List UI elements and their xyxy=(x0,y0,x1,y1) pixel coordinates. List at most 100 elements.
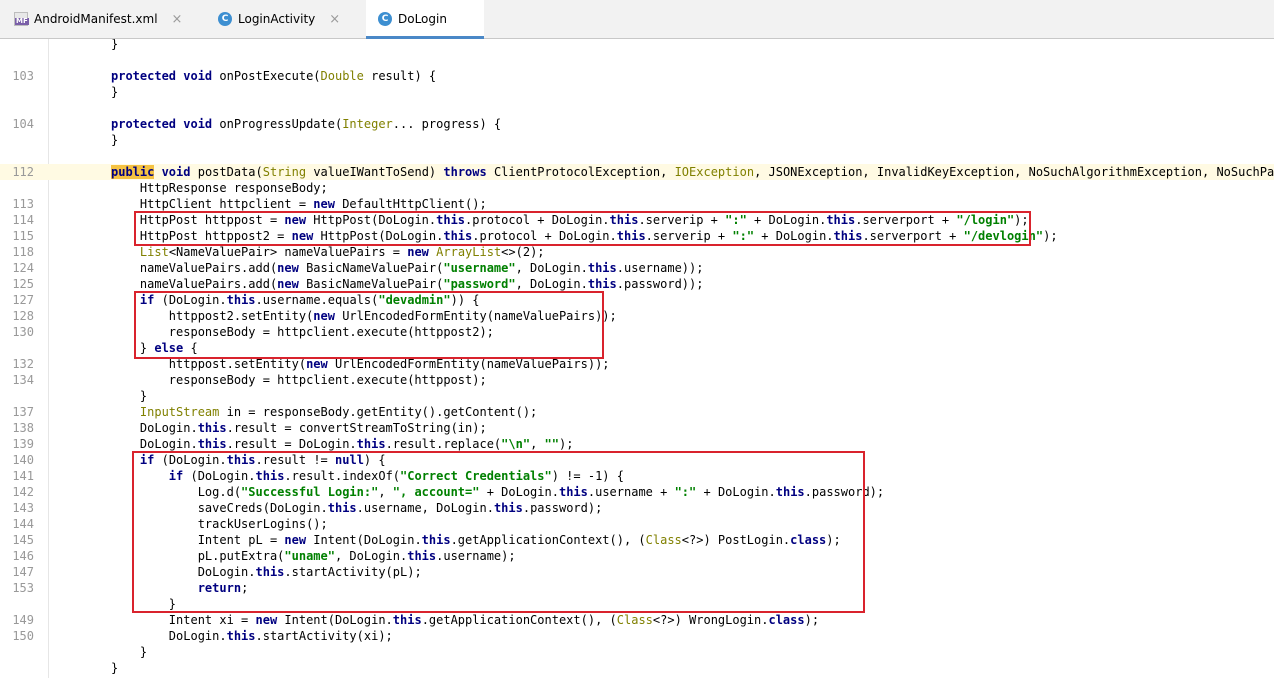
code-text: } xyxy=(111,388,147,404)
code-token: Integer xyxy=(342,117,393,131)
code-token: new xyxy=(255,613,285,627)
code-text: responseBody = httpclient.execute(httppo… xyxy=(111,372,487,388)
code-token: ); xyxy=(558,437,574,451)
tab-label: LoginActivity xyxy=(238,12,316,26)
code-token: onProgressUpdate( xyxy=(219,117,343,131)
line-number: 134 xyxy=(12,373,34,387)
code-token: valueIWantToSend) xyxy=(313,165,444,179)
code-line[interactable]: } xyxy=(0,660,1274,676)
code-token: void xyxy=(154,165,198,179)
code-token: new xyxy=(277,261,307,275)
code-text: Intent xi = new Intent(DoLogin.this.getA… xyxy=(111,612,819,628)
line-number: 138 xyxy=(12,421,34,435)
code-token: protected void xyxy=(111,117,220,131)
code-token: String xyxy=(262,165,314,179)
line-number: 149 xyxy=(12,613,34,627)
code-line[interactable]: 149 Intent xi = new Intent(DoLogin.this.… xyxy=(0,612,1274,628)
code-token: InputStream xyxy=(139,405,227,419)
code-token: DefaultHttpClient(); xyxy=(342,197,487,211)
code-line[interactable]: 137 InputStream in = responseBody.getEnt… xyxy=(0,404,1274,420)
code-token: this xyxy=(197,437,227,451)
code-line[interactable]: } xyxy=(0,132,1274,148)
line-number: 103 xyxy=(12,69,34,83)
code-line[interactable]: 124 nameValuePairs.add(new BasicNameValu… xyxy=(0,260,1274,276)
code-token: responseBody = httpclient.execute(httppo… xyxy=(111,373,487,387)
code-token: } xyxy=(111,661,119,675)
code-token: } xyxy=(111,133,119,147)
code-token: this xyxy=(587,261,617,275)
line-number: 140 xyxy=(12,453,34,467)
code-token: new xyxy=(313,197,343,211)
code-token: this xyxy=(356,437,386,451)
code-line[interactable]: 118 List<NameValuePair> nameValuePairs =… xyxy=(0,244,1274,260)
code-token: DoLogin. xyxy=(111,437,198,451)
java-class-icon: C xyxy=(218,12,232,26)
code-line[interactable]: HttpResponse responseBody; xyxy=(0,180,1274,196)
code-line[interactable]: 150 DoLogin.this.startActivity(xi); xyxy=(0,628,1274,644)
code-line[interactable]: 134 responseBody = httpclient.execute(ht… xyxy=(0,372,1274,388)
code-token: Class xyxy=(616,613,653,627)
line-number: 144 xyxy=(12,517,34,531)
line-number: 127 xyxy=(12,293,34,307)
code-token: "password" xyxy=(443,277,516,291)
code-token: .result.replace( xyxy=(385,437,502,451)
code-token: this xyxy=(197,421,227,435)
code-token: .result = convertStreamToString(in); xyxy=(226,421,487,435)
code-text: } xyxy=(111,84,118,100)
code-line[interactable]: 103 protected void onPostExecute(Double r… xyxy=(0,68,1274,84)
tab-dologin[interactable]: C DoLogin xyxy=(366,0,484,39)
code-token: "\n" xyxy=(501,437,531,451)
code-token: httppost.setEntity( xyxy=(111,357,307,371)
code-token: HttpClient httpclient = xyxy=(111,197,314,211)
code-text: } xyxy=(111,39,118,52)
close-icon[interactable]: × xyxy=(172,12,183,27)
tab-android-manifest[interactable]: MF AndroidManifest.xml × xyxy=(14,0,204,38)
code-token: result) { xyxy=(371,69,437,83)
line-number: 128 xyxy=(12,309,34,323)
code-line[interactable]: 104 protected void onProgressUpdate(Integ… xyxy=(0,116,1274,132)
code-token: <NameValuePair> nameValuePairs = xyxy=(168,245,408,259)
code-token: BasicNameValuePair( xyxy=(306,277,444,291)
line-number: 143 xyxy=(12,501,34,515)
code-line[interactable] xyxy=(0,100,1274,116)
code-token: new xyxy=(277,277,307,291)
code-token: .getApplicationContext(), ( xyxy=(421,613,617,627)
line-number: 118 xyxy=(12,245,34,259)
code-token: .password)); xyxy=(616,277,704,291)
line-number: 150 xyxy=(12,629,34,643)
code-token: Double xyxy=(320,69,372,83)
line-number: 142 xyxy=(12,485,34,499)
code-line[interactable]: } xyxy=(0,388,1274,404)
code-token: , JSONException, InvalidKeyException, No… xyxy=(754,165,1274,179)
code-line[interactable]: 138 DoLogin.this.result = convertStreamT… xyxy=(0,420,1274,436)
code-editor[interactable]: } 103 protected void onPostExecute(Double … xyxy=(0,39,1274,678)
code-line[interactable]: } xyxy=(0,39,1274,52)
code-line[interactable]: 139 DoLogin.this.result = DoLogin.this.r… xyxy=(0,436,1274,452)
code-line[interactable] xyxy=(0,148,1274,164)
code-token: public xyxy=(111,165,155,179)
code-token: , DoLogin. xyxy=(515,261,588,275)
code-text: public void postData(String valueIWantTo… xyxy=(111,164,1274,180)
code-token: .username)); xyxy=(616,261,704,275)
code-token: IOException xyxy=(674,165,755,179)
code-line[interactable]: 113 HttpClient httpclient = new DefaultH… xyxy=(0,196,1274,212)
close-icon[interactable]: × xyxy=(329,12,340,27)
highlight-box-credential-logging xyxy=(132,451,865,613)
manifest-file-icon: MF xyxy=(14,12,29,26)
code-line[interactable]: } xyxy=(0,84,1274,100)
code-token: ClientProtocolException, xyxy=(493,165,675,179)
code-line[interactable]: 112 public void postData(String valueIWan… xyxy=(0,164,1274,180)
code-text: } xyxy=(111,660,118,676)
tab-login-activity[interactable]: C LoginActivity × xyxy=(218,0,363,38)
line-number: 124 xyxy=(12,261,34,275)
code-line[interactable]: 125 nameValuePairs.add(new BasicNameValu… xyxy=(0,276,1274,292)
line-number: 113 xyxy=(12,197,34,211)
editor-tab-bar: MF AndroidManifest.xml × C LoginActivity… xyxy=(0,0,1274,39)
code-token: } xyxy=(111,85,119,99)
code-line[interactable] xyxy=(0,52,1274,68)
code-token: HttpResponse responseBody; xyxy=(111,181,328,195)
code-line[interactable]: } xyxy=(0,644,1274,660)
line-number: 147 xyxy=(12,565,34,579)
tab-label: DoLogin xyxy=(398,12,447,26)
